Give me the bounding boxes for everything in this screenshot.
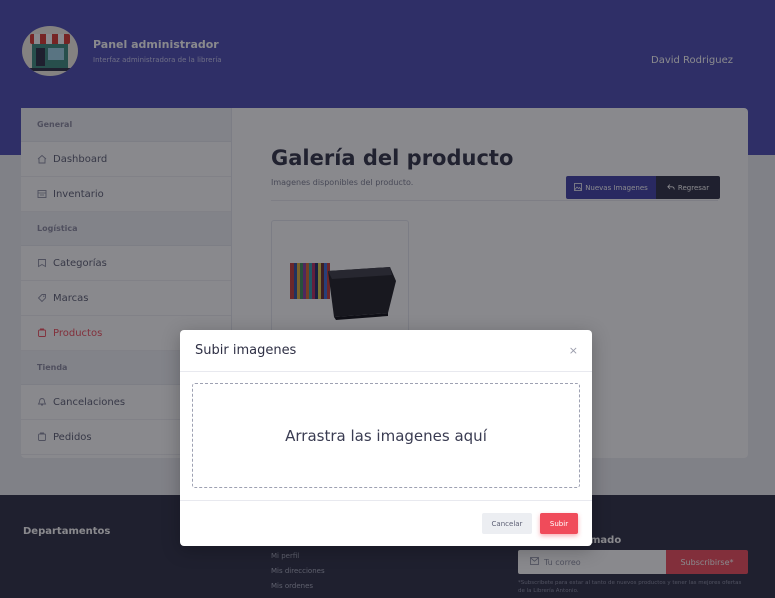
upload-button[interactable]: Subir (540, 513, 578, 534)
image-dropzone[interactable]: Arrastra las imagenes aquí (192, 383, 580, 488)
close-icon[interactable]: × (569, 344, 578, 357)
upload-images-modal: Subir imagenes × Arrastra las imagenes a… (180, 330, 592, 546)
modal-header-divider (180, 371, 592, 372)
cancel-button[interactable]: Cancelar (482, 513, 532, 534)
modal-title: Subir imagenes (195, 343, 297, 358)
modal-footer-divider (180, 500, 592, 501)
dropzone-text: Arrastra las imagenes aquí (285, 426, 487, 445)
